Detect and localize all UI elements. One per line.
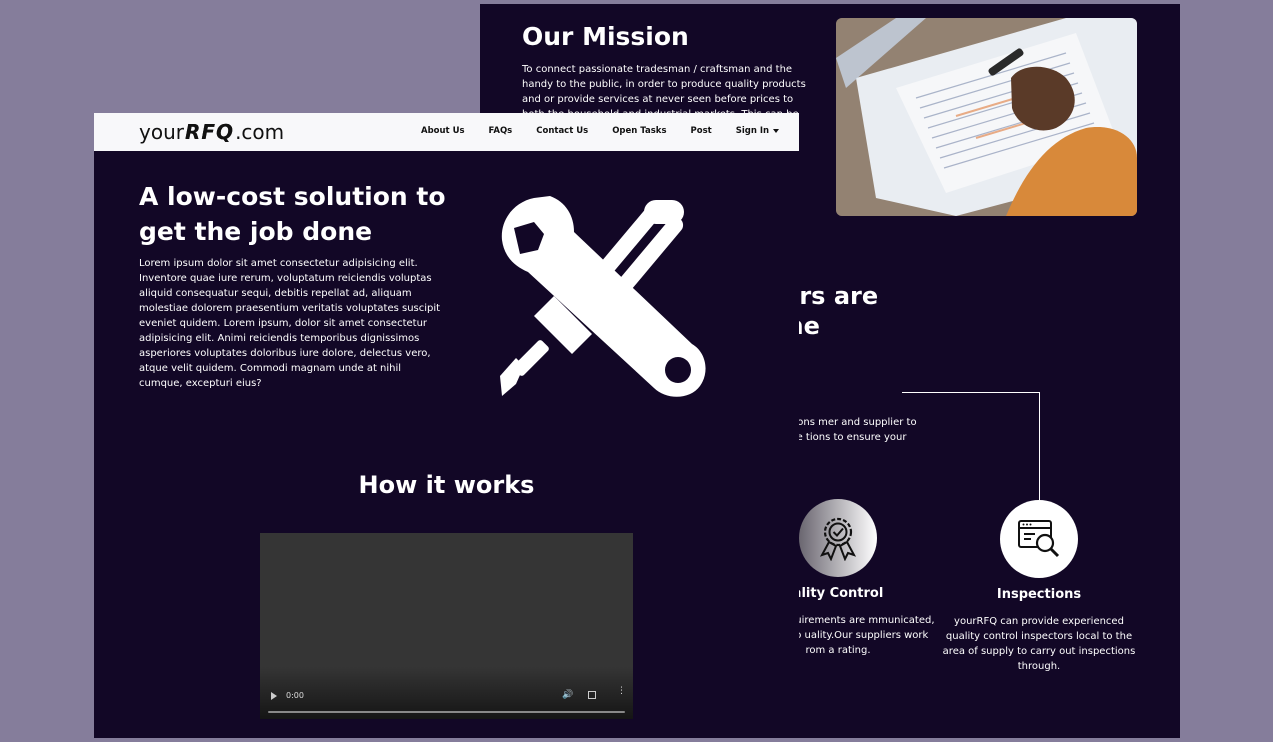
how-it-works-title: How it works	[358, 471, 535, 499]
fullscreen-icon[interactable]	[588, 691, 596, 699]
nav-contact-us[interactable]: Contact Us	[536, 126, 588, 136]
wrench-screwdriver-icon	[500, 196, 706, 397]
feature-title: Inspections	[996, 587, 1082, 602]
hero-text: Lorem ipsum dolor sit amet consectetur a…	[139, 258, 441, 389]
hero-title: A low-cost solution to get the job done	[139, 182, 446, 246]
nav-links: About Us FAQs Contact Us Open Tasks Post…	[421, 126, 780, 136]
caret-down-icon	[773, 128, 780, 133]
nav-about-us[interactable]: About Us	[421, 126, 465, 136]
logo-suffix: .com	[235, 120, 285, 144]
browser-search-icon	[1000, 500, 1078, 578]
navbar: your RFQ .com About Us FAQs Contact Us O…	[94, 113, 799, 151]
feature-inspections: Inspections yourRFQ can provide experien…	[939, 500, 1139, 674]
mission-photo	[836, 18, 1137, 216]
more-options-icon[interactable]: ⋮	[617, 687, 626, 696]
play-icon[interactable]	[271, 692, 277, 700]
mission-title: Our Mission	[522, 22, 689, 51]
sign-in-label: Sign In	[735, 126, 770, 136]
feature-text: yourRFQ can provide experienced quality …	[942, 616, 1136, 672]
logo-brand: RFQ	[184, 120, 235, 144]
logo[interactable]: your RFQ .com	[139, 120, 284, 144]
nav-faqs[interactable]: FAQs	[489, 126, 513, 136]
nav-sign-in-dropdown[interactable]: Sign In	[735, 126, 780, 136]
connector-line	[902, 392, 1040, 500]
nav-open-tasks[interactable]: Open Tasks	[612, 126, 666, 136]
video-player[interactable]: 0:00 🔊 ⋮	[260, 533, 633, 719]
video-time: 0:00	[286, 691, 304, 700]
video-progress-bar[interactable]	[268, 711, 625, 713]
volume-icon[interactable]: 🔊	[562, 690, 573, 700]
logo-prefix: your	[139, 120, 184, 144]
award-badge-icon	[799, 499, 877, 577]
video-controls: 0:00 🔊 ⋮	[260, 679, 633, 719]
foreground-page-preview: your RFQ .com About Us FAQs Contact Us O…	[94, 113, 799, 738]
nav-post[interactable]: Post	[691, 126, 712, 136]
